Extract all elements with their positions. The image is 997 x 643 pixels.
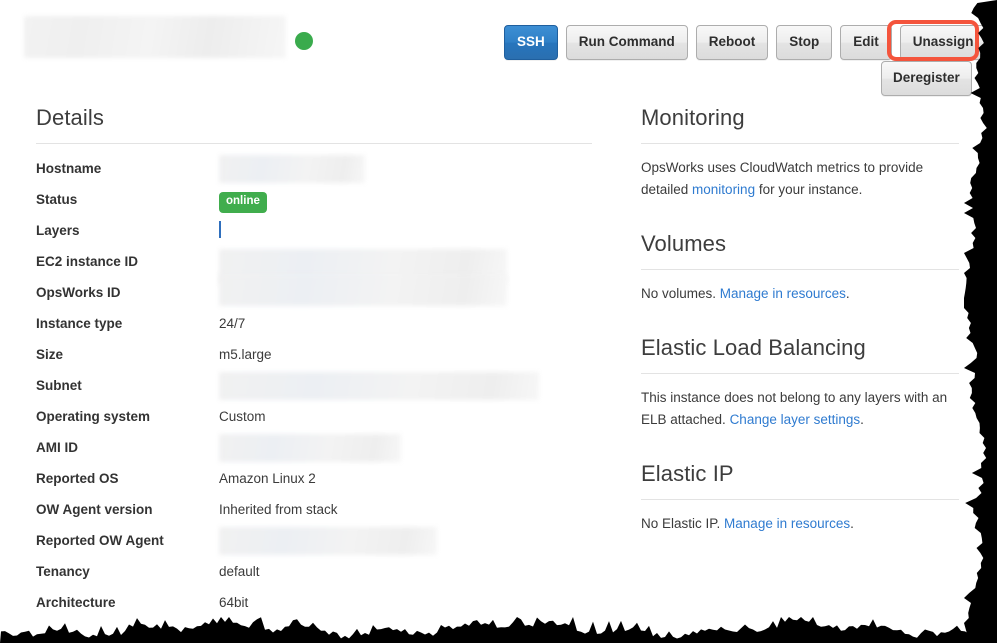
- volumes-text-after: .: [845, 286, 850, 301]
- detail-value: Amazon Linux 2: [219, 471, 316, 486]
- side-column: Monitoring OpsWorks uses CloudWatch metr…: [641, 105, 959, 535]
- monitoring-heading: Monitoring: [641, 105, 745, 130]
- redacted-value: [219, 274, 507, 306]
- detail-row: Layers: [36, 220, 592, 251]
- detail-row: Reported OW Agent: [36, 527, 592, 561]
- detail-label: Instance type: [36, 316, 123, 331]
- redacted-value: [219, 372, 539, 400]
- redacted-value: [219, 155, 365, 183]
- details-divider: [36, 143, 592, 144]
- monitoring-link[interactable]: monitoring: [692, 182, 755, 197]
- elb-heading: Elastic Load Balancing: [641, 335, 866, 360]
- elastic-ip-manage-link[interactable]: Manage in resources: [724, 516, 850, 531]
- detail-row: Status online: [36, 189, 592, 220]
- details-column: Details Hostname Status online Layers EC2 in…: [36, 105, 592, 623]
- detail-label: OW Agent version: [36, 502, 153, 517]
- detail-label: Reported OW Agent: [36, 533, 164, 548]
- detail-label: Tenancy: [36, 564, 90, 579]
- deregister-button-wrap: Deregister: [881, 61, 972, 96]
- detail-value: m5.large: [219, 347, 272, 362]
- change-layer-settings-link[interactable]: Change layer settings: [730, 412, 861, 427]
- detail-value: 64bit: [219, 595, 249, 610]
- detail-value: [219, 434, 592, 462]
- detail-label: EC2 instance ID: [36, 254, 139, 269]
- elb-text-after: .: [860, 412, 864, 427]
- detail-value: Inherited from stack: [219, 502, 338, 517]
- elastic-ip-heading: Elastic IP: [641, 461, 734, 486]
- status-badge: online: [219, 192, 267, 213]
- detail-row: Hostname: [36, 155, 592, 189]
- instance-name-redacted: [24, 16, 286, 58]
- detail-label: Layers: [36, 223, 80, 238]
- deregister-button[interactable]: Deregister: [881, 61, 972, 96]
- detail-row: OpsWorks ID: [36, 274, 592, 313]
- detail-label: Size: [36, 347, 64, 362]
- volumes-heading: Volumes: [641, 231, 727, 256]
- elastic-ip-text-before: No Elastic IP.: [641, 516, 725, 531]
- volumes-text-before: No volumes.: [641, 286, 720, 301]
- detail-row: Tenancy default: [36, 561, 592, 592]
- detail-value: Custom: [219, 409, 266, 424]
- volumes-text: No volumes. Manage in resources.: [641, 283, 959, 305]
- redacted-value: [219, 434, 401, 462]
- action-button-row: SSH Run Command Reboot Stop Edit Unassig…: [504, 25, 987, 60]
- monitoring-divider: [641, 143, 959, 144]
- unassign-button[interactable]: Unassign: [899, 25, 987, 60]
- detail-value: online: [219, 189, 592, 213]
- detail-value: default: [219, 564, 260, 579]
- elastic-ip-text-after: .: [850, 516, 854, 531]
- detail-row: Operating system Custom: [36, 406, 592, 437]
- detail-value: [219, 372, 592, 400]
- detail-label: Operating system: [36, 409, 151, 424]
- instance-status-dot-icon: [295, 32, 313, 50]
- redacted-value: [219, 527, 437, 555]
- layers-link[interactable]: [219, 221, 221, 238]
- detail-value[interactable]: [219, 220, 592, 241]
- detail-row: OW Agent version Inherited from stack: [36, 499, 592, 530]
- elastic-ip-text: No Elastic IP. Manage in resources.: [641, 513, 959, 535]
- detail-label: Architecture: [36, 595, 116, 610]
- volumes-manage-link[interactable]: Manage in resources: [720, 286, 846, 301]
- detail-label: OpsWorks ID: [36, 285, 121, 300]
- ssh-button[interactable]: SSH: [504, 25, 558, 60]
- detail-label: Reported OS: [36, 471, 119, 486]
- detail-row: Size m5.large: [36, 344, 592, 375]
- detail-row: Architecture 64bit: [36, 592, 592, 623]
- detail-label: AMI ID: [36, 440, 78, 455]
- instance-details-page: SSH Run Command Reboot Stop Edit Unassig…: [0, 0, 997, 643]
- volumes-block: Volumes No volumes. Manage in resources.: [641, 231, 959, 305]
- details-heading: Details: [36, 105, 104, 130]
- detail-row: Reported OS Amazon Linux 2: [36, 468, 592, 499]
- elb-divider: [641, 373, 959, 374]
- elastic-ip-block: Elastic IP No Elastic IP. Manage in reso…: [641, 461, 959, 535]
- detail-value: [219, 527, 592, 555]
- torn-edge-right-decoration: [964, 0, 997, 643]
- detail-label: Hostname: [36, 161, 102, 176]
- detail-row: Subnet: [36, 372, 592, 406]
- edit-button[interactable]: Edit: [840, 25, 892, 60]
- monitoring-text-after: for your instance.: [755, 182, 863, 197]
- detail-row: Instance type 24/7: [36, 313, 592, 344]
- details-list: Hostname Status online Layers EC2 instance I…: [36, 155, 592, 623]
- elb-text: This instance does not belong to any lay…: [641, 387, 959, 431]
- volumes-divider: [641, 269, 959, 270]
- detail-value: [219, 274, 592, 306]
- monitoring-text: OpsWorks uses CloudWatch metrics to prov…: [641, 157, 959, 201]
- elb-block: Elastic Load Balancing This instance doe…: [641, 335, 959, 431]
- elastic-ip-divider: [641, 499, 959, 500]
- run-command-button[interactable]: Run Command: [565, 25, 688, 60]
- detail-value: [219, 155, 592, 183]
- page-header: SSH Run Command Reboot Stop Edit Unassig…: [0, 0, 997, 96]
- detail-row: AMI ID: [36, 434, 592, 468]
- reboot-button[interactable]: Reboot: [695, 25, 769, 60]
- detail-label: Status: [36, 192, 78, 207]
- stop-button[interactable]: Stop: [776, 25, 833, 60]
- detail-label: Subnet: [36, 378, 82, 393]
- detail-value: 24/7: [219, 316, 246, 331]
- monitoring-block: Monitoring OpsWorks uses CloudWatch metr…: [641, 105, 959, 201]
